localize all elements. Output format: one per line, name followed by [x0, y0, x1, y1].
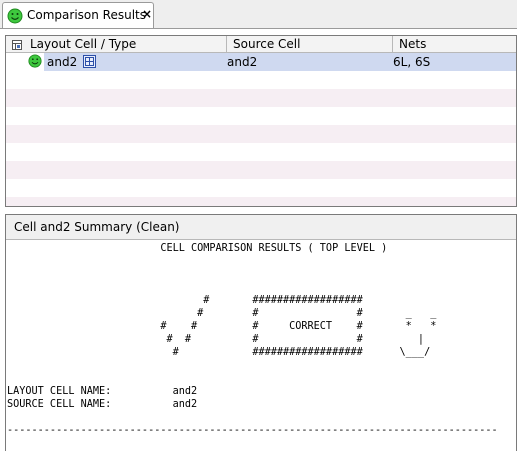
empty-row	[6, 89, 516, 107]
tab-bar: Comparison Results ×	[0, 0, 517, 29]
empty-row	[6, 143, 516, 161]
column-header-nets[interactable]: Nets	[392, 36, 516, 52]
results-table: Layout Cell / Type Source Cell Nets and2	[5, 35, 517, 207]
summary-title: Cell and2 Summary (Clean)	[14, 220, 180, 234]
comparison-report-text[interactable]: CELL COMPARISON RESULTS ( TOP LEVEL ) # …	[7, 242, 498, 437]
tab-label: Comparison Results	[27, 8, 146, 22]
smiley-green-icon	[7, 8, 23, 27]
table-header: Layout Cell / Type Source Cell Nets	[6, 36, 516, 53]
tab-comparison-results[interactable]: Comparison Results ×	[2, 2, 154, 28]
column-header-layout-cell[interactable]: Layout Cell / Type	[6, 36, 225, 52]
column-chooser-icon[interactable]	[12, 38, 22, 50]
empty-row	[6, 107, 516, 125]
cell-summary-panel: Cell and2 Summary (Clean) CELL COMPARISO…	[5, 214, 517, 451]
close-icon[interactable]: ×	[142, 7, 152, 21]
empty-row	[6, 71, 516, 89]
empty-row	[6, 161, 516, 179]
table-body: and2 and2 6L, 6S	[6, 53, 516, 206]
row-selection-highlight	[44, 53, 516, 71]
table-row[interactable]: and2 and2 6L, 6S	[6, 53, 516, 71]
empty-row	[6, 179, 516, 197]
summary-title-bar: Cell and2 Summary (Clean)	[6, 215, 516, 240]
source-cell-name: and2	[227, 55, 258, 69]
smiley-green-icon	[28, 54, 42, 70]
empty-row	[6, 197, 516, 206]
nets-count: 6L, 6S	[393, 55, 431, 69]
layout-cell-name: and2	[47, 55, 78, 69]
empty-row	[6, 125, 516, 143]
column-header-source-cell[interactable]: Source Cell	[226, 36, 392, 52]
cell-layout-icon	[83, 55, 96, 71]
